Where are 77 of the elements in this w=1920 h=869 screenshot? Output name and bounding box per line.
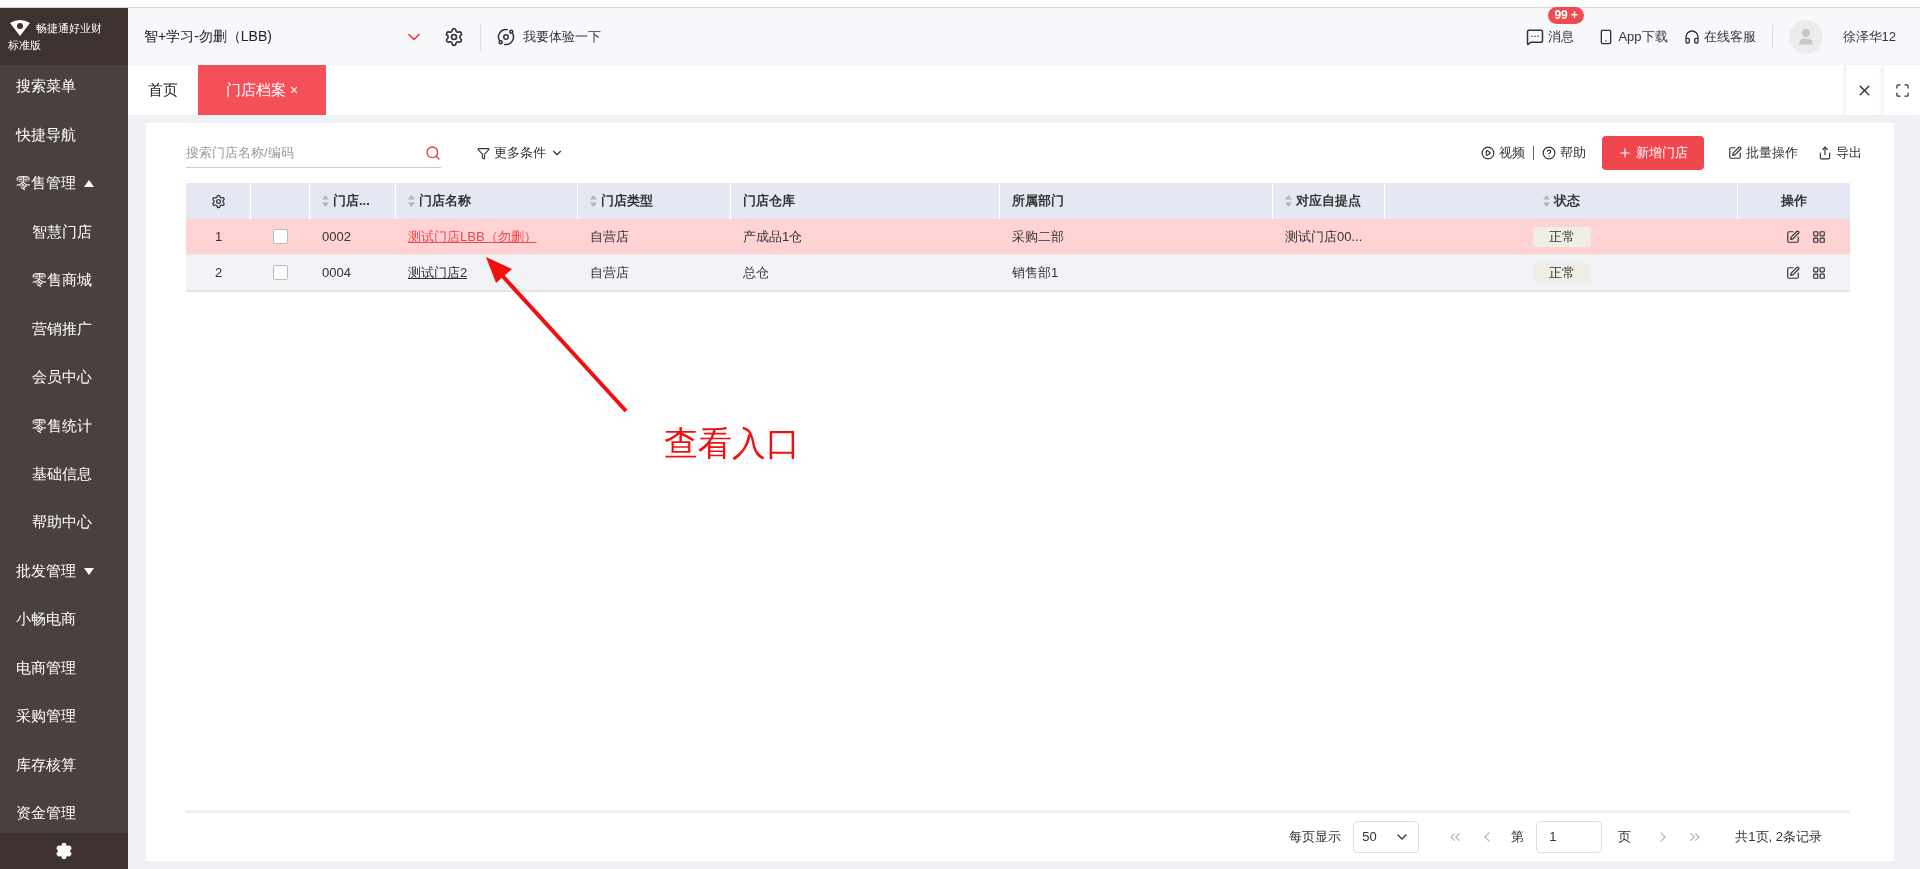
planet-icon xyxy=(497,27,515,46)
messages-link[interactable]: 消息 xyxy=(1548,26,1575,47)
grid-icon[interactable] xyxy=(1812,229,1826,244)
edit-icon xyxy=(1728,146,1742,160)
sidebar-group[interactable]: 零售管理 xyxy=(0,163,128,204)
support-link[interactable]: 在线客服 xyxy=(1703,26,1756,47)
settings-icon[interactable] xyxy=(444,26,464,47)
table-cell-text: 销售部1 xyxy=(1012,263,1059,282)
row-checkbox[interactable] xyxy=(273,265,288,280)
sidebar-item[interactable]: 零售统计 xyxy=(0,406,128,446)
more-filters-button[interactable]: 更多条件 xyxy=(477,143,564,163)
fullscreen-icon[interactable] xyxy=(1894,82,1910,98)
sidebar-item[interactable]: 零售商城 xyxy=(0,260,128,301)
table-cell-text: 0004 xyxy=(322,263,351,282)
table-row[interactable]: 1 0002 测试门店LBB（勿删） 自营店 产成品1仓 采购二部 测试门店00... 正常 xyxy=(186,219,1850,255)
sidebar-item[interactable]: 智慧门店 xyxy=(0,212,128,252)
edition-label: 标准版 xyxy=(8,38,42,54)
sidebar-item[interactable]: 电商管理 xyxy=(0,648,128,688)
table-row[interactable]: 2 0004 测试门店2 自营店 总仓 销售部1 正常 xyxy=(186,255,1850,291)
expanded-caret-icon xyxy=(84,180,94,188)
page-summary: 共1页, 2条记录 xyxy=(1735,828,1822,847)
edit-icon[interactable] xyxy=(1786,229,1800,244)
logo-icon xyxy=(8,19,32,38)
filter-icon xyxy=(477,146,490,160)
annotation-text: 查看入口 xyxy=(664,423,800,464)
sidebar-item[interactable]: 库存核算 xyxy=(0,745,128,785)
page-suffix: 页 xyxy=(1618,828,1632,847)
tab[interactable]: 首页 xyxy=(128,65,198,115)
export-link[interactable]: 导出 xyxy=(1836,143,1862,163)
row-checkbox[interactable] xyxy=(273,229,288,244)
export-icon xyxy=(1818,146,1832,160)
page-size-label: 每页显示 xyxy=(1289,828,1342,847)
sidebar-item[interactable]: 资金管理 xyxy=(0,793,128,833)
table-cell-text: 总仓 xyxy=(743,263,769,282)
message-icon[interactable] xyxy=(1526,27,1545,46)
batch-link[interactable]: 批量操作 xyxy=(1746,143,1798,163)
sidebar-item[interactable]: 营销推广 xyxy=(0,309,128,349)
column-settings-icon[interactable] xyxy=(210,193,226,209)
store-link[interactable]: 测试门店2 xyxy=(408,262,468,283)
account-name[interactable]: 智+学习-勿删（LBB) xyxy=(144,26,404,47)
try-link[interactable]: 我要体验一下 xyxy=(523,26,601,47)
table-cell-text: 采购二部 xyxy=(1012,227,1064,246)
page-prefix: 第 xyxy=(1511,828,1525,847)
sidebar-group[interactable]: 批发管理 xyxy=(0,551,128,591)
plus-icon xyxy=(1618,146,1632,160)
table-cell-text: 2 xyxy=(214,263,223,282)
headset-icon xyxy=(1683,28,1700,45)
status-tag: 正常 xyxy=(1532,226,1591,247)
help-link[interactable]: 帮助 xyxy=(1560,143,1586,163)
table-cell-text: 自营店 xyxy=(590,227,629,246)
table-cell-text: 自营店 xyxy=(590,263,629,282)
sidebar-item[interactable]: 小畅电商 xyxy=(0,599,128,640)
edit-icon[interactable] xyxy=(1786,265,1800,280)
sidebar-item[interactable]: 快捷导航 xyxy=(0,115,128,155)
brand-name: 畅捷通好业财 xyxy=(36,21,102,36)
search-icon[interactable] xyxy=(425,144,441,161)
sidebar-item[interactable]: 会员中心 xyxy=(0,357,128,398)
sidebar-item[interactable]: 搜索菜单 xyxy=(0,67,128,107)
status-tag: 正常 xyxy=(1532,262,1591,283)
table-cell-text: 0002 xyxy=(322,227,351,246)
page-input[interactable]: 1 xyxy=(1536,821,1603,853)
page-size-select[interactable]: 50 xyxy=(1353,821,1420,853)
grid-icon[interactable] xyxy=(1812,265,1826,280)
help-icon xyxy=(1542,146,1556,160)
sidebar-item[interactable]: 帮助中心 xyxy=(0,502,128,543)
play-icon xyxy=(1481,146,1495,160)
search-field[interactable]: 搜索门店名称/编码 xyxy=(186,142,386,163)
table-cell-text: 产成品1仓 xyxy=(743,227,803,246)
sidebar-item[interactable]: 采购管理 xyxy=(0,696,128,737)
table-cell-text: 1 xyxy=(214,227,223,246)
add-store-button[interactable]: 新增门店 xyxy=(1602,136,1704,170)
user-name[interactable]: 徐泽华12 xyxy=(1842,26,1896,47)
table-cell-text: 测试门店00... xyxy=(1285,227,1363,246)
app-download-link[interactable]: App下载 xyxy=(1618,26,1668,47)
sidebar-item[interactable]: 基础信息 xyxy=(0,454,128,494)
collapsed-caret-icon xyxy=(84,567,94,575)
video-link[interactable]: 视频 xyxy=(1499,143,1525,163)
